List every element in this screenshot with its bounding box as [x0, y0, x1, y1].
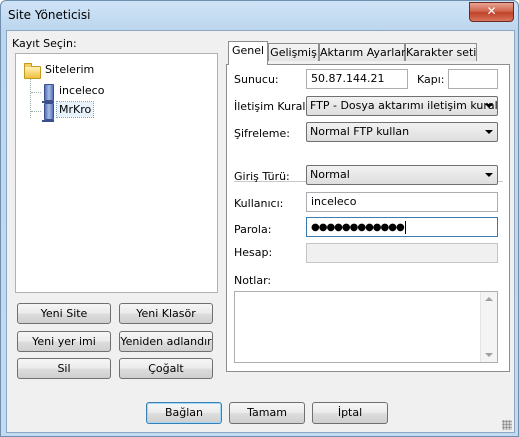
site-manager-window: Site Yöneticisi ✕ Kayıt Seçin: Sitelerim…	[0, 0, 519, 437]
title-bar[interactable]: Site Yöneticisi ✕	[1, 1, 518, 29]
dialog-body: Kayıt Seçin: Sitelerim inceleco MrKro Ye…	[6, 30, 515, 433]
user-input[interactable]: inceleco	[306, 192, 498, 212]
password-input[interactable]: ●●●●●●●●●●●●	[306, 217, 498, 237]
chevron-down-icon	[485, 104, 493, 108]
encryption-value: Normal FTP kullan	[310, 125, 410, 138]
notes-scrollbar[interactable]	[480, 292, 497, 362]
tab-charset[interactable]: Karakter seti	[405, 43, 477, 61]
close-button[interactable]: ✕	[469, 2, 514, 22]
tree-item-mrkro[interactable]: MrKro	[55, 101, 95, 118]
tab-general[interactable]: Genel	[228, 41, 268, 65]
tree-connector	[31, 92, 41, 93]
account-input	[306, 243, 498, 263]
tree-item-inceleco[interactable]: inceleco	[57, 83, 106, 98]
chevron-down-icon	[485, 130, 493, 134]
password-label: Parola:	[234, 223, 272, 236]
tree-connector	[31, 111, 41, 112]
cancel-button[interactable]: İptal	[312, 402, 388, 424]
new-bookmark-button[interactable]: Yeni yer imi	[17, 331, 111, 352]
server-icon	[42, 84, 54, 103]
port-input[interactable]	[448, 69, 498, 89]
protocol-value: FTP - Dosya aktarımı iletişim kuralı	[310, 99, 498, 112]
new-site-button[interactable]: Yeni Site	[17, 303, 111, 324]
protocol-label: İletişim Kuralı:	[234, 100, 313, 113]
scroll-down-icon[interactable]	[485, 353, 493, 357]
rename-button[interactable]: Yeniden adlandır	[119, 331, 213, 352]
tree-connector	[30, 78, 31, 118]
account-label: Hesap:	[234, 246, 273, 259]
window-title: Site Yöneticisi	[8, 8, 91, 22]
protocol-select[interactable]: FTP - Dosya aktarımı iletişim kuralı	[306, 96, 498, 116]
select-entry-label: Kayıt Seçin:	[12, 37, 77, 50]
logon-type-value: Normal	[310, 168, 350, 181]
host-input[interactable]: 50.87.144.21	[306, 69, 408, 89]
text-cursor	[404, 220, 406, 234]
tab-transfer-settings[interactable]: Aktarım Ayarları	[319, 43, 409, 61]
duplicate-button[interactable]: Çoğalt	[119, 358, 213, 379]
delete-button[interactable]: Sil	[17, 358, 111, 379]
encryption-label: Şifreleme:	[234, 127, 290, 140]
chevron-down-icon	[485, 173, 493, 177]
notes-textarea[interactable]	[234, 291, 498, 363]
connect-button[interactable]: Bağlan	[146, 402, 222, 424]
tree-root-sitelerim[interactable]: Sitelerim	[43, 62, 96, 77]
port-label: Kapı:	[417, 73, 445, 86]
notes-label: Notlar:	[234, 274, 272, 287]
user-label: Kullanıcı:	[234, 197, 284, 210]
logon-type-select[interactable]: Normal	[306, 165, 498, 185]
resize-grip[interactable]	[502, 420, 512, 430]
host-label: Sunucu:	[234, 73, 279, 86]
server-icon	[42, 103, 54, 122]
ok-button[interactable]: Tamam	[229, 402, 305, 424]
encryption-select[interactable]: Normal FTP kullan	[306, 122, 498, 142]
scroll-up-icon[interactable]	[485, 297, 493, 301]
site-tree[interactable]: Sitelerim inceleco MrKro	[15, 53, 218, 293]
password-value: ●●●●●●●●●●●●	[311, 222, 405, 233]
logon-type-label: Giriş Türü:	[234, 170, 290, 183]
new-folder-button[interactable]: Yeni Klasör	[119, 303, 213, 324]
tab-advanced[interactable]: Gelişmiş	[268, 43, 319, 61]
folder-icon	[24, 63, 41, 79]
